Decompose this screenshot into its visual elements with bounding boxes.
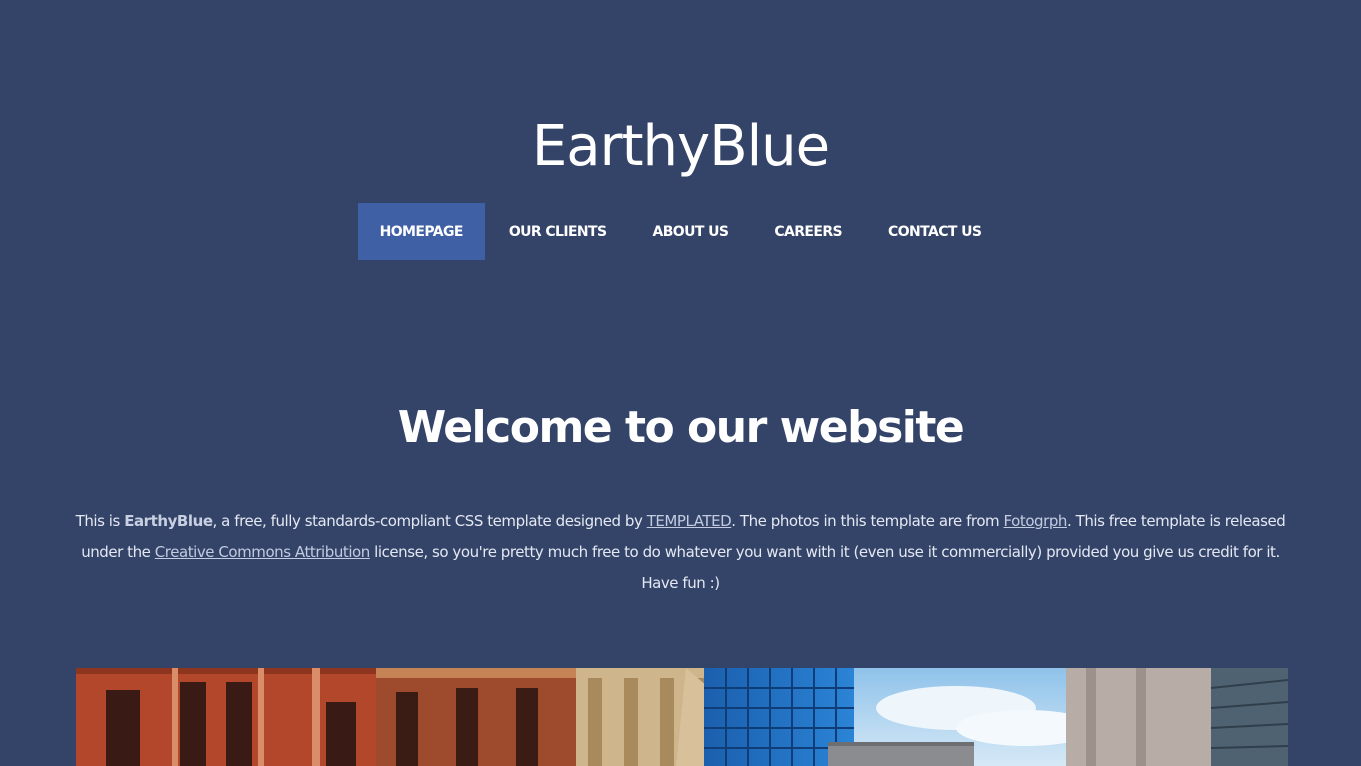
welcome-heading: Welcome to our website bbox=[397, 402, 965, 453]
main-nav: HOMEPAGE OUR CLIENTS ABOUT US CAREERS CO… bbox=[0, 203, 1361, 260]
intro-text-3: . The photos in this template are from bbox=[731, 512, 1004, 530]
page: EarthyBlue HOMEPAGE OUR CLIENTS ABOUT US… bbox=[0, 0, 1361, 766]
intro-brand: EarthyBlue bbox=[124, 512, 213, 530]
nav-item-about-us[interactable]: ABOUT US bbox=[630, 203, 750, 260]
nav-item-homepage[interactable]: HOMEPAGE bbox=[357, 203, 485, 260]
creative-commons-link[interactable]: Creative Commons Attribution bbox=[155, 543, 371, 561]
fotogrph-link[interactable]: Fotogrph bbox=[1004, 512, 1068, 530]
intro-paragraph: This is EarthyBlue, a free, fully standa… bbox=[66, 506, 1295, 599]
templated-link[interactable]: TEMPLATED bbox=[647, 512, 732, 530]
city-buildings-illustration bbox=[76, 668, 1288, 766]
banner-image bbox=[76, 668, 1288, 766]
nav-item-careers[interactable]: CAREERS bbox=[752, 203, 864, 260]
site-logo[interactable]: EarthyBlue bbox=[0, 112, 1361, 182]
intro-text-5: license, so you're pretty much free to d… bbox=[369, 543, 1280, 592]
intro-text-1: This is bbox=[75, 512, 125, 530]
intro-text-2: , a free, fully standards-compliant CSS … bbox=[212, 512, 647, 530]
nav-item-our-clients[interactable]: OUR CLIENTS bbox=[487, 203, 629, 260]
nav-item-contact-us[interactable]: CONTACT US bbox=[866, 203, 1003, 260]
